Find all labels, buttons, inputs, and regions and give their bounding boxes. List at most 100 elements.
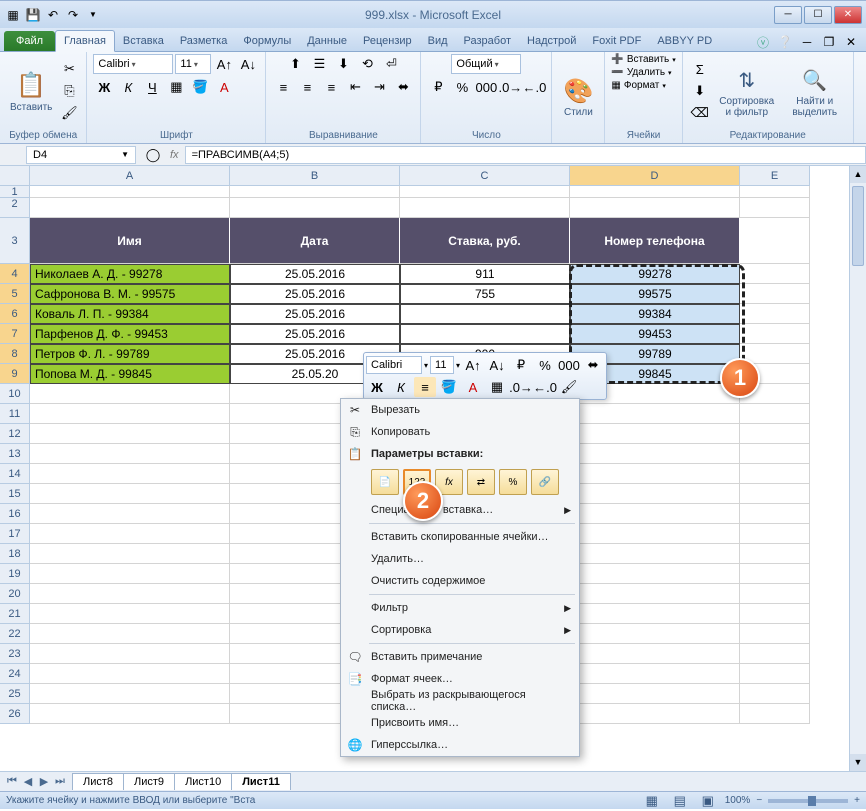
sheet-tab[interactable]: Лист10 <box>174 773 232 790</box>
paste-button[interactable]: 📋 Вставить <box>6 68 56 115</box>
tab-view[interactable]: Вид <box>420 31 456 51</box>
scroll-thumb[interactable] <box>852 186 864 266</box>
cell-phone[interactable]: 99575 <box>570 284 740 304</box>
comma-icon[interactable]: 000 <box>475 77 497 97</box>
mini-merge-icon[interactable]: ⬌ <box>582 355 604 375</box>
tab-formulas[interactable]: Формулы <box>235 31 299 51</box>
row-header[interactable]: 25 <box>0 684 30 704</box>
mini-percent-icon[interactable]: % <box>534 355 556 375</box>
sheet-tab[interactable]: Лист11 <box>231 773 291 790</box>
decrease-font-icon[interactable]: A↓ <box>237 54 259 74</box>
col-header-b[interactable]: B <box>230 166 400 186</box>
tab-foxit[interactable]: Foxit PDF <box>584 31 649 51</box>
fill-color-icon[interactable]: 🪣 <box>189 77 211 97</box>
mini-inc-dec-icon[interactable]: .0→ <box>510 377 532 397</box>
help-icon[interactable]: ❔ <box>776 33 794 51</box>
redo-icon[interactable]: ↷ <box>64 6 82 24</box>
currency-icon[interactable]: ₽ <box>427 77 449 97</box>
save-icon[interactable]: 💾 <box>24 6 42 24</box>
mini-fill-icon[interactable]: 🪣 <box>438 377 460 397</box>
row-header[interactable]: 5 <box>0 284 30 304</box>
increase-decimal-icon[interactable]: .0→ <box>499 77 521 97</box>
decrease-indent-icon[interactable]: ⇤ <box>344 77 366 97</box>
col-header-a[interactable]: A <box>30 166 230 186</box>
zoom-out-icon[interactable]: − <box>756 795 762 806</box>
row-header[interactable]: 20 <box>0 584 30 604</box>
paste-link-icon[interactable]: 🔗 <box>531 469 559 495</box>
increase-font-icon[interactable]: A↑ <box>213 54 235 74</box>
cut-icon[interactable]: ✂ <box>58 59 80 79</box>
align-bottom-icon[interactable]: ⬇ <box>332 54 354 74</box>
row-header[interactable]: 4 <box>0 264 30 284</box>
orientation-icon[interactable]: ⟲ <box>356 54 378 74</box>
ctx-format-cells[interactable]: 📑Формат ячеек… <box>341 668 579 690</box>
row-header[interactable]: 9 <box>0 364 30 384</box>
formula-input[interactable]: =ПРАВСИМВ(A4;5) <box>185 146 866 164</box>
increase-indent-icon[interactable]: ⇥ <box>368 77 390 97</box>
mini-comma-icon[interactable]: 000 <box>558 355 580 375</box>
cell-date[interactable]: 25.05.2016 <box>230 264 400 284</box>
mini-fontcolor-icon[interactable]: A <box>462 377 484 397</box>
minimize-button[interactable]: ─ <box>774 6 802 24</box>
merge-icon[interactable]: ⬌ <box>392 77 414 97</box>
font-color-icon[interactable]: A <box>213 77 235 97</box>
fill-icon[interactable]: ⬇ <box>689 81 711 101</box>
percent-icon[interactable]: % <box>451 77 473 97</box>
ctx-insert-copied[interactable]: Вставить скопированные ячейки… <box>341 526 579 548</box>
format-painter-icon[interactable]: 🖌 <box>58 103 80 123</box>
cell-name[interactable]: Николаев А. Д. - 99278 <box>30 264 230 284</box>
ctx-paste-special[interactable]: Специальная вставка…▶ <box>341 499 579 521</box>
row-header[interactable]: 21 <box>0 604 30 624</box>
view-break-icon[interactable]: ▣ <box>697 791 719 811</box>
paste-all-icon[interactable]: 📄 <box>371 469 399 495</box>
doc-close-icon[interactable]: ✕ <box>842 33 860 51</box>
col-header-e[interactable]: E <box>740 166 810 186</box>
mini-grow-icon[interactable]: A↑ <box>462 355 484 375</box>
copy-icon[interactable]: ⎘ <box>58 81 80 101</box>
ctx-filter[interactable]: Фильтр▶ <box>341 597 579 619</box>
wrap-text-icon[interactable]: ⏎ <box>380 54 402 74</box>
row-header[interactable]: 7 <box>0 324 30 344</box>
paste-transpose-icon[interactable]: ⇄ <box>467 469 495 495</box>
autosum-icon[interactable]: Σ <box>689 59 711 79</box>
mini-painter-icon[interactable]: 🖌 <box>558 377 580 397</box>
format-cells-button[interactable]: Формат <box>624 80 660 91</box>
mini-italic-icon[interactable]: К <box>390 377 412 397</box>
align-top-icon[interactable]: ⬆ <box>284 54 306 74</box>
border-icon[interactable]: ▦ <box>165 77 187 97</box>
view-normal-icon[interactable]: ▦ <box>641 791 663 811</box>
row-header[interactable]: 11 <box>0 404 30 424</box>
mini-font-combo[interactable]: Calibri <box>366 356 422 374</box>
underline-icon[interactable]: Ч <box>141 77 163 97</box>
cell-phone[interactable]: 99278 <box>570 264 740 284</box>
ctx-hyperlink[interactable]: 🌐Гиперссылка… <box>341 734 579 756</box>
ctx-dropdown[interactable]: Выбрать из раскрывающегося списка… <box>341 690 579 712</box>
row-header[interactable]: 6 <box>0 304 30 324</box>
align-right-icon[interactable]: ≡ <box>320 77 342 97</box>
row-header[interactable]: 12 <box>0 424 30 444</box>
font-family-combo[interactable]: Calibri▾ <box>93 54 173 74</box>
find-select-button[interactable]: 🔍 Найти и выделить <box>783 62 847 120</box>
maximize-button[interactable]: ☐ <box>804 6 832 24</box>
col-header-d[interactable]: D <box>570 166 740 186</box>
cell-phone[interactable]: 99384 <box>570 304 740 324</box>
ctx-clear[interactable]: Очистить содержимое <box>341 570 579 592</box>
select-all-corner[interactable] <box>0 166 30 186</box>
row-header[interactable]: 26 <box>0 704 30 724</box>
font-size-combo[interactable]: 11▾ <box>175 54 211 74</box>
minimize-ribbon-icon[interactable]: ⓥ <box>754 33 772 51</box>
insert-cells-button[interactable]: Вставить <box>627 54 669 65</box>
number-format-combo[interactable]: Общий▾ <box>451 54 521 74</box>
mini-bold-icon[interactable]: Ж <box>366 377 388 397</box>
mini-dec-dec-icon[interactable]: ←.0 <box>534 377 556 397</box>
bold-icon[interactable]: Ж <box>93 77 115 97</box>
sort-filter-button[interactable]: ⇅ Сортировка и фильтр <box>713 62 781 120</box>
row-header[interactable]: 16 <box>0 504 30 524</box>
ctx-sort[interactable]: Сортировка▶ <box>341 619 579 641</box>
cell-name[interactable]: Петров Ф. Л. - 99789 <box>30 344 230 364</box>
cell-rate[interactable] <box>400 304 570 324</box>
row-header[interactable]: 8 <box>0 344 30 364</box>
qat-dropdown-icon[interactable]: ▼ <box>84 6 102 24</box>
tab-addins[interactable]: Надстрой <box>519 31 584 51</box>
align-left-icon[interactable]: ≡ <box>272 77 294 97</box>
